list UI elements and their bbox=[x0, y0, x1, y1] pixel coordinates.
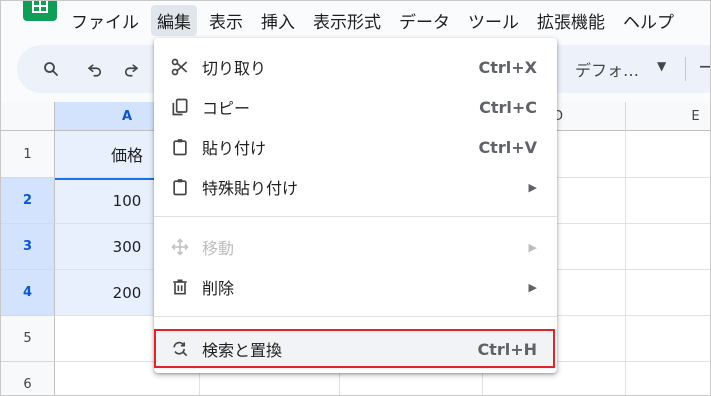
menu-edit[interactable]: 編集 bbox=[151, 4, 197, 36]
cell-e1[interactable] bbox=[626, 131, 710, 178]
paste-special-icon bbox=[168, 175, 192, 199]
menu-item-label: 貼り付け bbox=[202, 139, 267, 158]
menu-divider bbox=[154, 216, 557, 217]
highlight-annotation-box bbox=[154, 329, 555, 368]
decrease-font-size-icon[interactable]: − bbox=[698, 54, 710, 78]
row-header-5[interactable]: 5 bbox=[1, 316, 55, 362]
row-header-3[interactable]: 3 bbox=[1, 224, 55, 270]
menu-item-paste[interactable]: 貼り付け Ctrl+V bbox=[154, 127, 557, 167]
submenu-arrow-icon: ▶ bbox=[528, 180, 537, 194]
chevron-down-icon[interactable]: ▼ bbox=[657, 59, 666, 73]
column-header-e[interactable]: E bbox=[626, 102, 710, 131]
menu-extensions[interactable]: 拡張機能 bbox=[531, 5, 611, 36]
menu-help[interactable]: ヘルプ bbox=[617, 5, 680, 36]
shortcut-label: Ctrl+X bbox=[478, 57, 537, 77]
menu-item-label: 移動 bbox=[202, 239, 235, 258]
row-header-4[interactable]: 4 bbox=[1, 270, 55, 316]
app-window: ファイル 編集 表示 挿入 表示形式 データ ツール 拡張機能 ヘルプ デフォ…… bbox=[0, 0, 711, 396]
toolbar-divider bbox=[685, 57, 686, 81]
submenu-arrow-icon: ▶ bbox=[528, 280, 537, 294]
menu-item-delete[interactable]: 削除 ▶ bbox=[154, 267, 557, 307]
menu-format[interactable]: 表示形式 bbox=[307, 5, 387, 36]
menu-item-cut[interactable]: 切り取り Ctrl+X bbox=[154, 47, 557, 87]
menu-item-label: 特殊貼り付け bbox=[202, 179, 299, 198]
shortcut-label: Ctrl+C bbox=[479, 97, 537, 117]
row-header-6[interactable]: 6 bbox=[1, 362, 55, 395]
menu-tools[interactable]: ツール bbox=[462, 5, 525, 36]
menu-insert[interactable]: 挿入 bbox=[255, 5, 301, 36]
cell-e3[interactable] bbox=[626, 224, 710, 270]
menu-file[interactable]: ファイル bbox=[65, 5, 145, 36]
scissors-icon bbox=[168, 55, 192, 79]
menu-bar: ファイル 編集 表示 挿入 表示形式 データ ツール 拡張機能 ヘルプ bbox=[65, 4, 686, 36]
select-all-corner[interactable] bbox=[1, 102, 55, 131]
cell-e5[interactable] bbox=[626, 316, 710, 362]
redo-icon[interactable] bbox=[119, 57, 143, 81]
edit-menu: 切り取り Ctrl+X コピー Ctrl+C 貼り付け Ctrl+V 特殊貼り付… bbox=[154, 38, 557, 373]
menu-view[interactable]: 表示 bbox=[203, 5, 249, 36]
font-family-select[interactable]: デフォ… bbox=[575, 57, 639, 81]
menu-data[interactable]: データ bbox=[393, 5, 456, 36]
submenu-arrow-icon: ▶ bbox=[528, 240, 537, 254]
copy-icon bbox=[168, 95, 192, 119]
shortcut-label: Ctrl+V bbox=[478, 137, 537, 157]
menu-item-copy[interactable]: コピー Ctrl+C bbox=[154, 87, 557, 127]
cell-e2[interactable] bbox=[626, 178, 710, 224]
menu-item-paste-special[interactable]: 特殊貼り付け ▶ bbox=[154, 167, 557, 207]
menu-item-label: 削除 bbox=[202, 279, 235, 298]
undo-icon[interactable] bbox=[83, 57, 107, 81]
move-icon bbox=[168, 235, 192, 259]
menu-divider bbox=[154, 316, 557, 317]
cell-e4[interactable] bbox=[626, 270, 710, 316]
menu-item-label: 切り取り bbox=[202, 59, 267, 78]
row-header-1[interactable]: 1 bbox=[1, 131, 55, 178]
selection-border bbox=[55, 178, 155, 180]
sheets-logo[interactable] bbox=[23, 1, 57, 21]
trash-icon bbox=[168, 275, 192, 299]
row-header-2[interactable]: 2 bbox=[1, 178, 55, 224]
paste-icon bbox=[168, 135, 192, 159]
cell-e6[interactable] bbox=[626, 362, 710, 395]
menu-item-move: 移動 ▶ bbox=[154, 227, 557, 267]
search-icon[interactable] bbox=[39, 57, 63, 81]
menu-item-label: コピー bbox=[202, 99, 251, 118]
